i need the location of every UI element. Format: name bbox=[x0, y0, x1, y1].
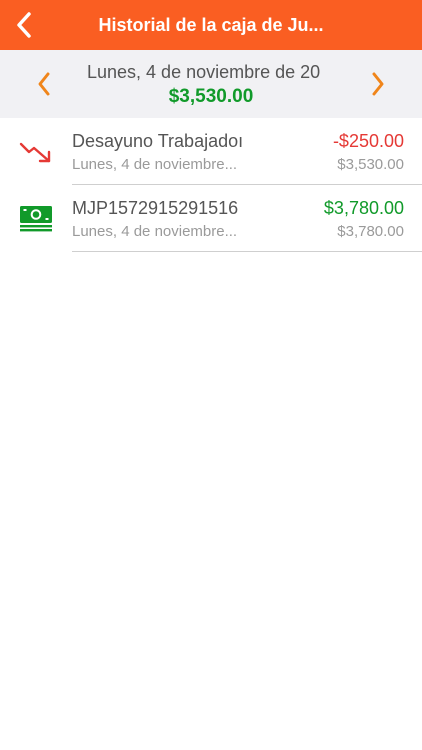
transaction-title: Desayuno Trabajadoı bbox=[72, 131, 244, 151]
transaction-amount: $3,780.00 bbox=[323, 198, 404, 218]
transaction-balance: $3,780.00 bbox=[337, 223, 404, 240]
next-day-button[interactable] bbox=[360, 62, 396, 106]
nav-bar: Historial de la caja de Ju... bbox=[0, 0, 422, 50]
transaction-row[interactable]: Desayuno Trabajadoı Lunes, 4 de noviembr… bbox=[0, 118, 422, 185]
back-button[interactable] bbox=[4, 4, 44, 46]
transaction-amount: -$250.00 bbox=[332, 131, 404, 151]
transaction-balance: $3,530.00 bbox=[337, 156, 404, 173]
transaction-title: MJP1572915291516 bbox=[72, 198, 239, 218]
selected-date: Lunes, 4 de noviembre de 20 bbox=[87, 62, 321, 82]
transaction-date: Lunes, 4 de noviembre... bbox=[72, 156, 238, 173]
cash-icon bbox=[18, 204, 54, 234]
date-selector: Lunes, 4 de noviembre de 20 $3,530.00 bbox=[0, 50, 422, 118]
trending-down-icon bbox=[18, 137, 54, 167]
chevron-right-icon bbox=[372, 72, 384, 96]
transaction-date: Lunes, 4 de noviembre... bbox=[72, 223, 238, 240]
day-total: $3,530.00 bbox=[168, 86, 254, 107]
page-title: Historial de la caja de Ju... bbox=[98, 15, 324, 35]
row-divider bbox=[72, 251, 422, 252]
transaction-row[interactable]: MJP1572915291516 Lunes, 4 de noviembre..… bbox=[0, 185, 422, 252]
chevron-left-icon bbox=[17, 12, 31, 38]
transaction-list: Desayuno Trabajadoı Lunes, 4 de noviembr… bbox=[0, 118, 422, 252]
